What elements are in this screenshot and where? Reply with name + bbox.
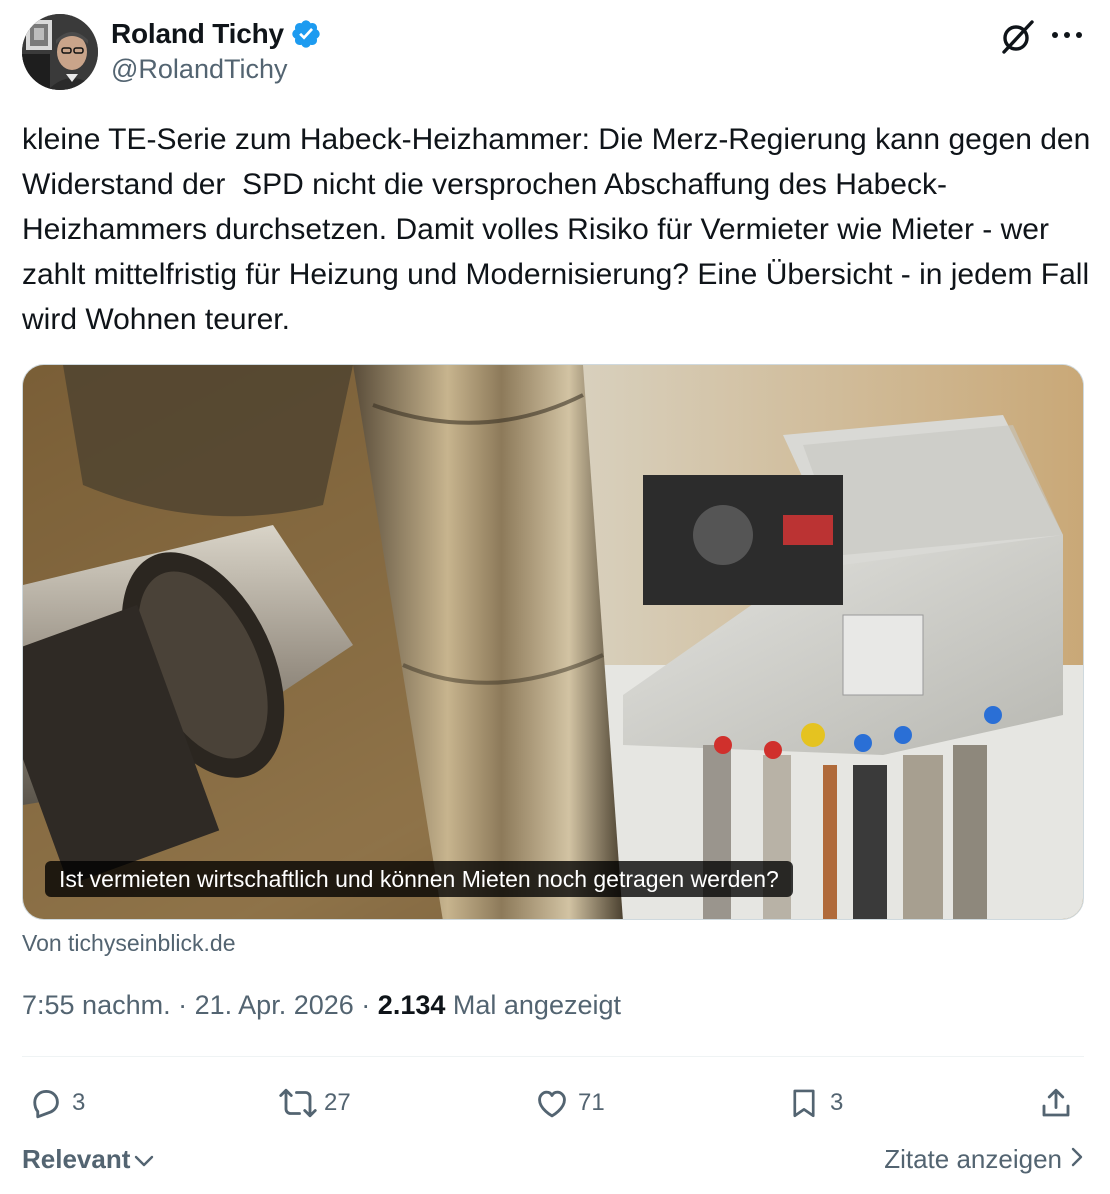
tweet-date[interactable]: 21. Apr. 2026 [195, 990, 354, 1020]
meta-separator: · [361, 990, 371, 1020]
sort-label: Relevant [22, 1144, 131, 1174]
bookmark-icon [784, 1083, 824, 1123]
repost-button[interactable]: 27 [278, 1078, 351, 1128]
views-count: 2.134 [377, 990, 446, 1020]
repost-count: 27 [324, 1089, 351, 1116]
chevron-down-icon [134, 1144, 154, 1175]
view-quotes-link[interactable]: Zitate anzeigen [884, 1144, 1084, 1175]
heart-icon [532, 1083, 572, 1123]
reply-icon [26, 1083, 66, 1123]
author-names: Roland Tichy @RolandTichy [111, 16, 322, 85]
share-icon [1036, 1083, 1076, 1123]
tweet-text: kleine TE-Serie zum Habeck-Heizhammer: D… [22, 123, 1099, 336]
sort-dropdown[interactable]: Relevant [22, 1144, 154, 1175]
like-count: 71 [578, 1089, 605, 1116]
share-button[interactable] [1036, 1078, 1076, 1128]
display-name-row: Roland Tichy [111, 16, 322, 52]
card-source-link[interactable]: Von tichyseinblick.de [22, 930, 236, 957]
bookmark-button[interactable]: 3 [784, 1078, 843, 1128]
replies-header: Relevant Zitate anzeigen [22, 1144, 1084, 1180]
card-image [23, 365, 1083, 919]
views-label: Mal angezeigt [452, 990, 621, 1020]
bookmark-count: 3 [830, 1089, 844, 1116]
action-bar: 3 27 71 3 [22, 1078, 1084, 1128]
tweet-time[interactable]: 7:55 nachm. [22, 990, 171, 1020]
quotes-label: Zitate anzeigen [884, 1144, 1062, 1174]
author-display-name[interactable]: Roland Tichy [111, 18, 284, 50]
meta-separator: · [178, 990, 188, 1020]
repost-icon [278, 1083, 318, 1123]
reply-button[interactable]: 3 [26, 1078, 85, 1128]
reply-count: 3 [72, 1089, 86, 1116]
grok-icon[interactable] [998, 18, 1036, 56]
verified-badge-icon[interactable] [290, 18, 322, 50]
divider [22, 1056, 1084, 1057]
tweet-header: Roland Tichy @RolandTichy [22, 14, 1088, 94]
like-button[interactable]: 71 [532, 1078, 605, 1128]
chevron-right-icon [1070, 1144, 1084, 1175]
author-handle[interactable]: @RolandTichy [111, 54, 322, 85]
more-options-icon[interactable] [1052, 32, 1082, 40]
link-card[interactable]: Ist vermieten wirtschaftlich und können … [22, 364, 1084, 920]
author-avatar[interactable] [22, 14, 98, 90]
tweet-meta: 7:55 nachm. · 21. Apr. 2026 · 2.134 Mal … [22, 990, 621, 1021]
card-caption: Ist vermieten wirtschaftlich und können … [45, 861, 793, 897]
